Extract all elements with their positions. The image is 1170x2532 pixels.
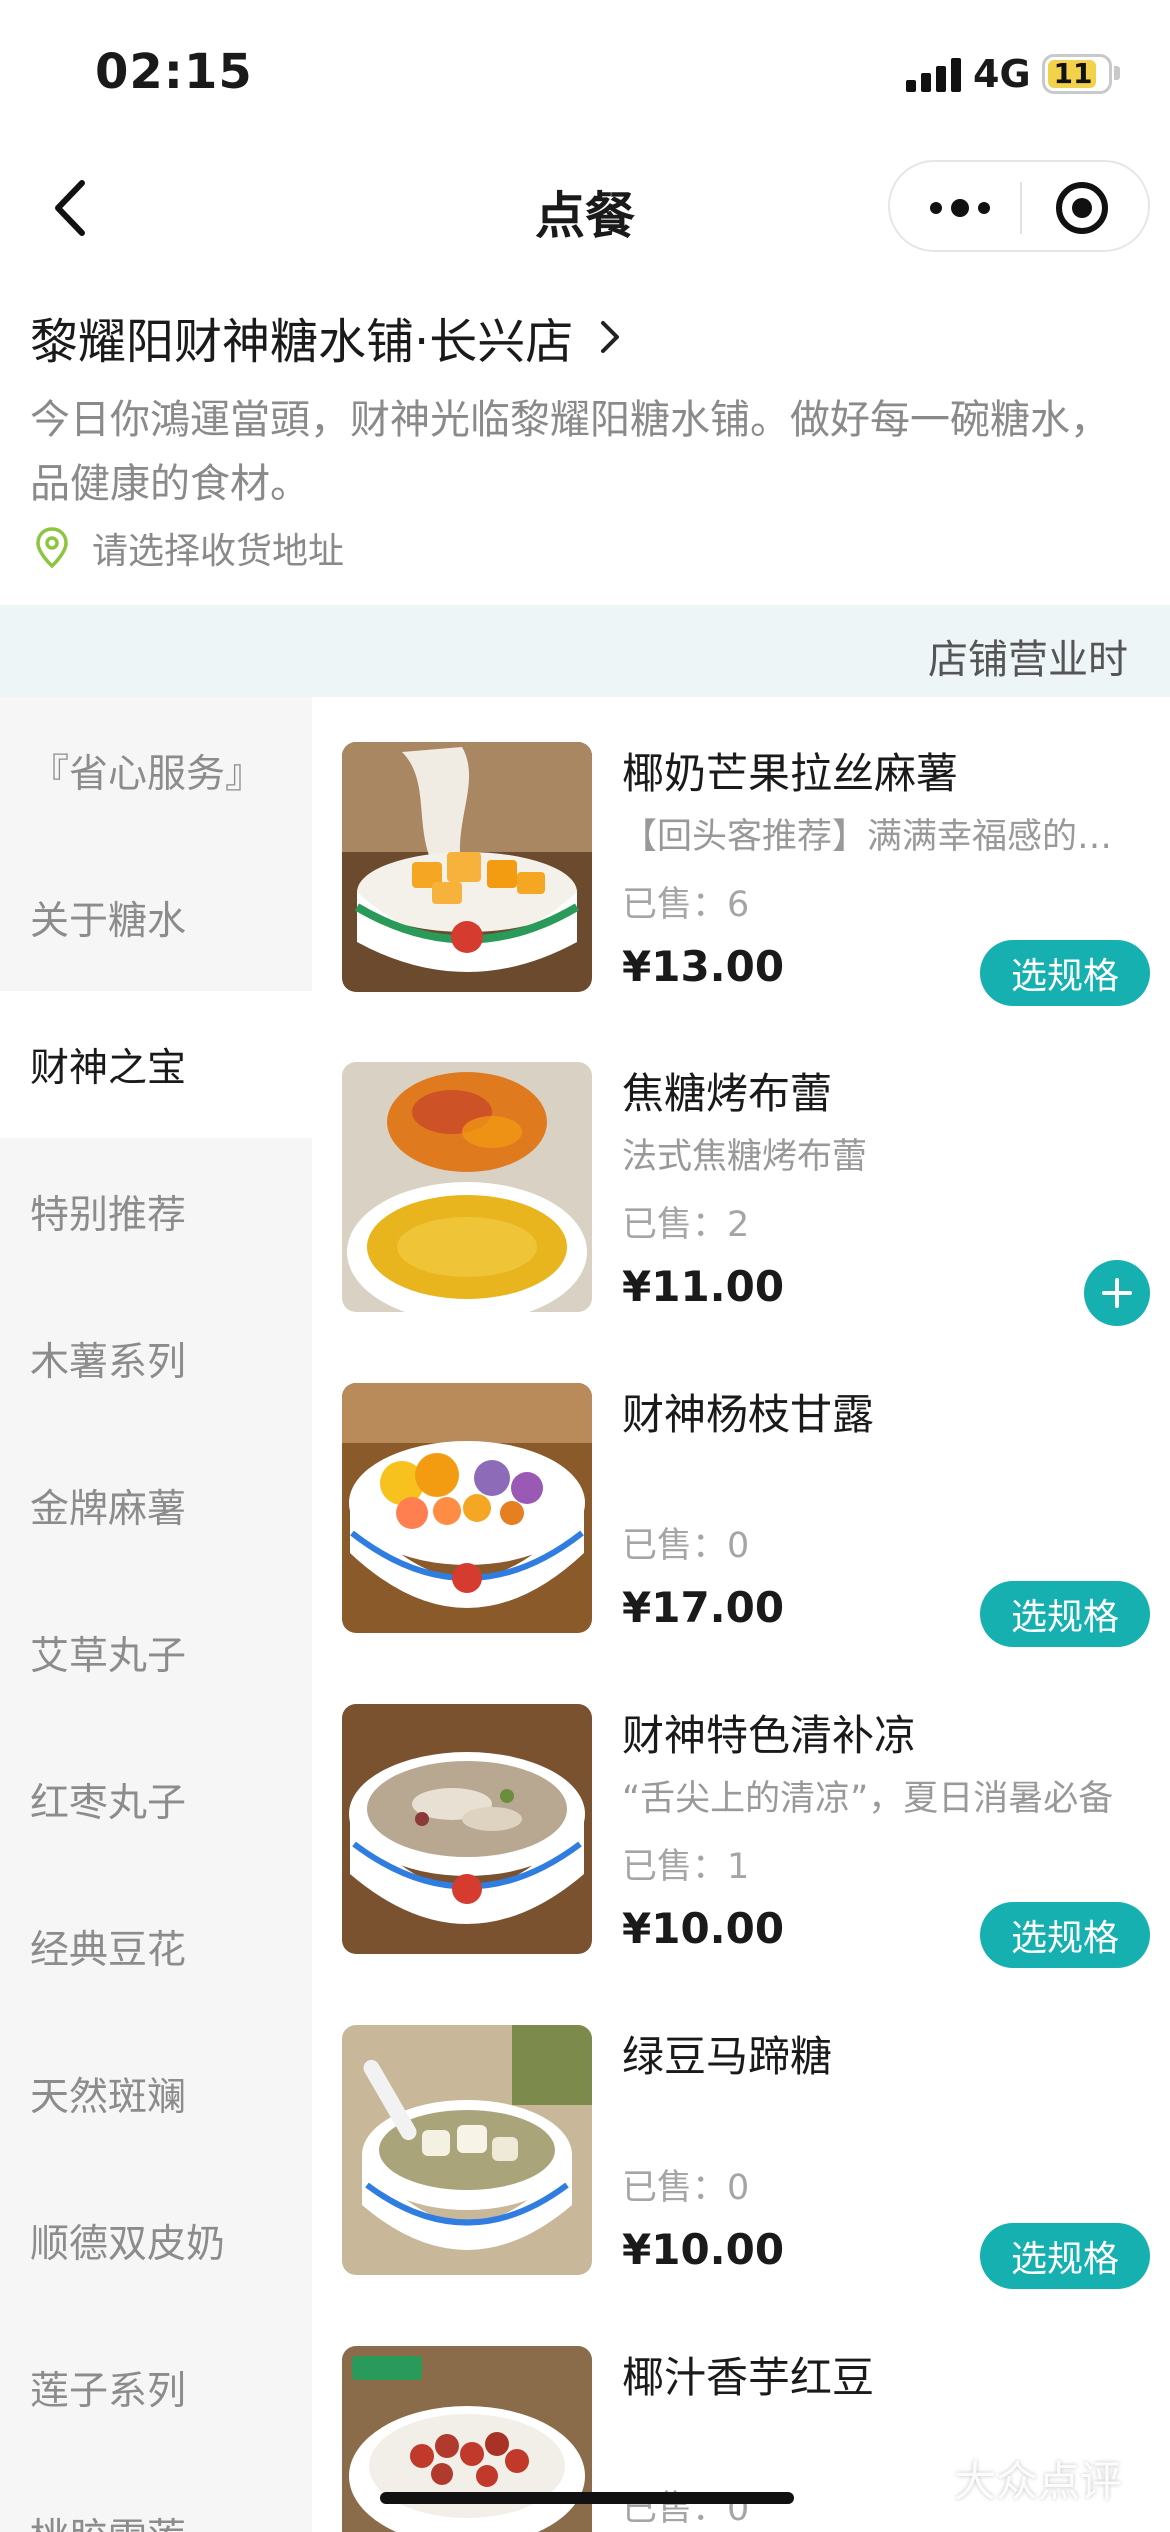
product-name: 财神特色清补凉 [622,1711,917,1760]
product-sold-count: 已售：0 [622,2168,750,2208]
business-hours-strip[interactable]: 店铺营业时 [0,605,1170,697]
address-selector[interactable]: 请选择收货地址 [34,522,344,574]
status-time: 02:15 [95,44,253,100]
product-name: 椰汁香芋红豆 [622,2353,875,2402]
product-sold-count: 已售：0 [622,1526,750,1566]
product-price: ¥10.00 [622,2225,785,2274]
product-sold-count: 已售：2 [622,1205,750,1245]
category-sidebar: 『省心服务』 关于糖水 财神之宝 特别推荐 木薯系列 金牌麻薯 艾草丸子 红枣丸… [0,697,312,2532]
sidebar-item[interactable]: 木薯系列 [0,1285,312,1432]
product-price: ¥13.00 [622,942,785,991]
select-spec-button[interactable]: 选规格 [980,1581,1150,1647]
battery-level: 11 [1053,57,1093,90]
chevron-right-icon [599,317,629,357]
product-name: 财神杨枝甘露 [622,1390,875,1439]
more-button[interactable] [920,182,1000,234]
product-image [342,1062,592,1312]
product-name: 椰奶芒果拉丝麻薯 [622,749,959,798]
product-card[interactable]: 财神特色清补凉 “舌尖上的清凉”，夏日消暑必备 已售：1 ¥10.00 选规格 [342,1704,1150,1994]
sidebar-item[interactable]: 关于糖水 [0,844,312,991]
sidebar-item[interactable]: 艾草丸子 [0,1579,312,1726]
battery-tip [1114,66,1120,80]
shop-name: 黎耀阳财神糖水铺·长兴店 [30,314,574,370]
select-spec-button[interactable]: 选规格 [980,940,1150,1006]
select-spec-button[interactable]: 选规格 [980,1902,1150,1968]
sidebar-item[interactable]: 天然斑斓 [0,2020,312,2167]
watermark-text: 大众点评 [954,2457,1123,2506]
select-spec-button[interactable]: 选规格 [980,2223,1150,2289]
home-indicator[interactable] [380,2492,794,2504]
product-image [342,2346,592,2532]
shop-description: 今日你鴻運當頭，财神光临黎耀阳糖水铺。做好每一碗糖水，品健康的食材。 [30,397,1110,507]
product-name: 绿豆马蹄糖 [622,2032,833,2081]
capsule-divider [1020,182,1022,234]
sidebar-item[interactable]: 『省心服务』 [0,697,312,844]
product-description: “舌尖上的清凉”，夏日消暑必备 [622,1779,1114,1819]
battery-icon: 11 [1042,54,1112,94]
dianping-watermark: 大众点评 [906,2448,1122,2509]
sidebar-item[interactable]: 特别推荐 [0,1138,312,1285]
product-image [342,2025,592,2275]
address-placeholder: 请选择收货地址 [92,531,345,572]
sidebar-item[interactable]: 红枣丸子 [0,1726,312,1873]
product-image [342,1383,592,1633]
mini-program-capsule [888,160,1150,252]
product-price: ¥10.00 [622,1904,785,1953]
sidebar-item-active[interactable]: 财神之宝 [0,991,312,1138]
sidebar-item[interactable]: 经典豆花 [0,1873,312,2020]
product-description: 【回头客推荐】满满幸福感的一碗 [622,817,1122,857]
product-description: 法式焦糖烤布蕾 [622,1137,868,1177]
product-sold-count: 已售：0 [622,2489,750,2529]
target-circle-icon [1056,182,1108,234]
sidebar-item[interactable]: 顺德双皮奶 [0,2167,312,2314]
product-card[interactable]: 椰奶芒果拉丝麻薯 【回头客推荐】满满幸福感的一碗 已售：6 ¥13.00 选规格 [342,742,1150,1032]
product-image [342,742,592,992]
shop-name-link[interactable]: 黎耀阳财神糖水铺·长兴店 [30,305,629,370]
close-mini-program-button[interactable] [1050,176,1114,240]
sidebar-item[interactable]: 金牌麻薯 [0,1432,312,1579]
location-pin-icon [36,527,68,569]
dianping-logo-icon [909,2463,943,2495]
plus-icon [1102,1278,1132,1308]
signal-icon [906,58,962,92]
product-card[interactable]: 绿豆马蹄糖 已售：0 ¥10.00 选规格 [342,2025,1150,2315]
product-price: ¥11.00 [622,1262,785,1311]
sidebar-item[interactable]: 莲子系列 [0,2314,312,2461]
product-card[interactable]: 财神杨枝甘露 已售：0 ¥17.00 选规格 [342,1383,1150,1673]
product-name: 焦糖烤布蕾 [622,1069,833,1118]
product-sold-count: 已售：6 [622,885,750,925]
network-type: 4G [973,52,1031,96]
business-hours-label: 店铺营业时 [928,637,1128,683]
product-price: ¥17.00 [622,1583,785,1632]
product-card[interactable]: 焦糖烤布蕾 法式焦糖烤布蕾 已售：2 ¥11.00 [342,1062,1150,1352]
more-dots-icon [930,199,990,217]
product-image [342,1704,592,1954]
status-bar: 02:15 4G 11 [0,0,1170,140]
sidebar-item[interactable]: 桃胶雪莲 [0,2461,312,2532]
add-to-cart-button[interactable] [1084,1260,1150,1326]
product-sold-count: 已售：1 [622,1847,750,1887]
